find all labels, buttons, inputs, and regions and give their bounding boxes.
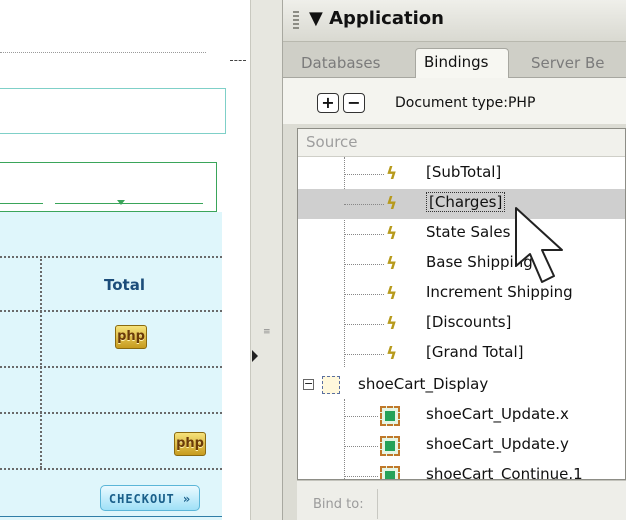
cell-border (40, 256, 42, 468)
bind-to-field[interactable] (377, 489, 626, 519)
bolt-icon: ϟ (386, 224, 398, 244)
design-canvas[interactable]: Total php php CHECKOUT » (0, 0, 250, 520)
tree-item-label: State Sales (426, 223, 511, 241)
tree-item-label: [Grand Total] (426, 343, 524, 361)
cell-border (0, 412, 222, 414)
splitter-grip-icon[interactable]: ≡ (263, 328, 271, 342)
table-width-indicator (0, 162, 217, 212)
panel-title-label: Application (329, 8, 444, 29)
tree-item[interactable]: shoeCart_Update.y (298, 431, 625, 461)
tree-item[interactable]: ϟ [Discounts] (298, 309, 625, 339)
cell-border (0, 256, 222, 258)
bindings-toolbar: + − Document type:PHP (283, 78, 626, 124)
tree-group[interactable]: − shoeCart_Display (298, 371, 625, 401)
add-binding-button[interactable]: + (317, 93, 339, 113)
cell-border (0, 468, 222, 470)
collapse-arrow-icon[interactable] (252, 350, 258, 362)
panel-header[interactable]: ▼ Application (283, 0, 626, 42)
checkout-button[interactable]: CHECKOUT » (100, 485, 200, 511)
mouse-cursor-icon (515, 207, 563, 283)
form-icon (322, 376, 340, 394)
expand-triangle-icon[interactable]: ▼ (309, 8, 329, 29)
tab-bindings[interactable]: Bindings (415, 48, 509, 79)
remove-binding-button[interactable]: − (343, 93, 365, 113)
table-bottom-border (0, 516, 222, 517)
cell-border (0, 310, 222, 312)
bind-to-bar: Bind to: (297, 480, 626, 520)
tree-item-label: [SubTotal] (426, 163, 502, 181)
tree-item-label: shoeCart_Continue.1 (426, 465, 583, 480)
image-field-icon (380, 466, 400, 479)
php-icon[interactable]: php (174, 432, 206, 456)
tree-item-label: shoeCart_Update.x (426, 405, 569, 423)
tree-item[interactable]: ϟ [Grand Total] (298, 339, 625, 369)
document-type-label: Document type:PHP (395, 95, 536, 111)
bolt-icon: ϟ (386, 254, 398, 274)
tab-databases[interactable]: Databases (293, 50, 388, 78)
table-row-frame (0, 88, 226, 134)
bindings-tree[interactable]: Source ϟ [SubTotal] ϟ [Charges] ϟ State … (297, 128, 626, 480)
total-column-header: Total (104, 276, 145, 294)
tree-group-label: shoeCart_Display (358, 375, 489, 393)
tree-item[interactable]: ϟ [SubTotal] (298, 159, 625, 189)
guide-line (0, 52, 206, 53)
image-field-icon (380, 436, 400, 456)
tree-item-label: [Charges] (426, 192, 506, 212)
image-field-icon (380, 406, 400, 426)
bolt-icon: ϟ (386, 284, 398, 304)
bind-to-label: Bind to: (313, 497, 364, 512)
bolt-icon: ϟ (386, 314, 398, 334)
bolt-icon: ϟ (386, 164, 398, 184)
cell-border (0, 366, 222, 368)
tree-item-label: shoeCart_Update.y (426, 435, 569, 453)
tree-item-label: [Discounts] (426, 313, 512, 331)
bolt-icon: ϟ (386, 194, 398, 214)
source-column-header[interactable]: Source (298, 129, 625, 157)
php-icon[interactable]: php (115, 325, 147, 349)
panel-splitter[interactable]: ≡ (250, 0, 283, 520)
tree-item[interactable]: shoeCart_Update.x (298, 401, 625, 431)
panel-tabs: Databases Bindings Server Be (283, 42, 626, 79)
drag-grip-icon[interactable] (293, 11, 299, 31)
tab-server-behaviors[interactable]: Server Be (523, 50, 612, 78)
panel-title[interactable]: ▼ Application (309, 8, 444, 29)
bolt-icon: ϟ (386, 344, 398, 364)
collapse-toggle-icon[interactable]: − (303, 378, 314, 390)
tree-item[interactable]: shoeCart_Continue.1 (298, 461, 625, 480)
guide-line (230, 60, 246, 61)
